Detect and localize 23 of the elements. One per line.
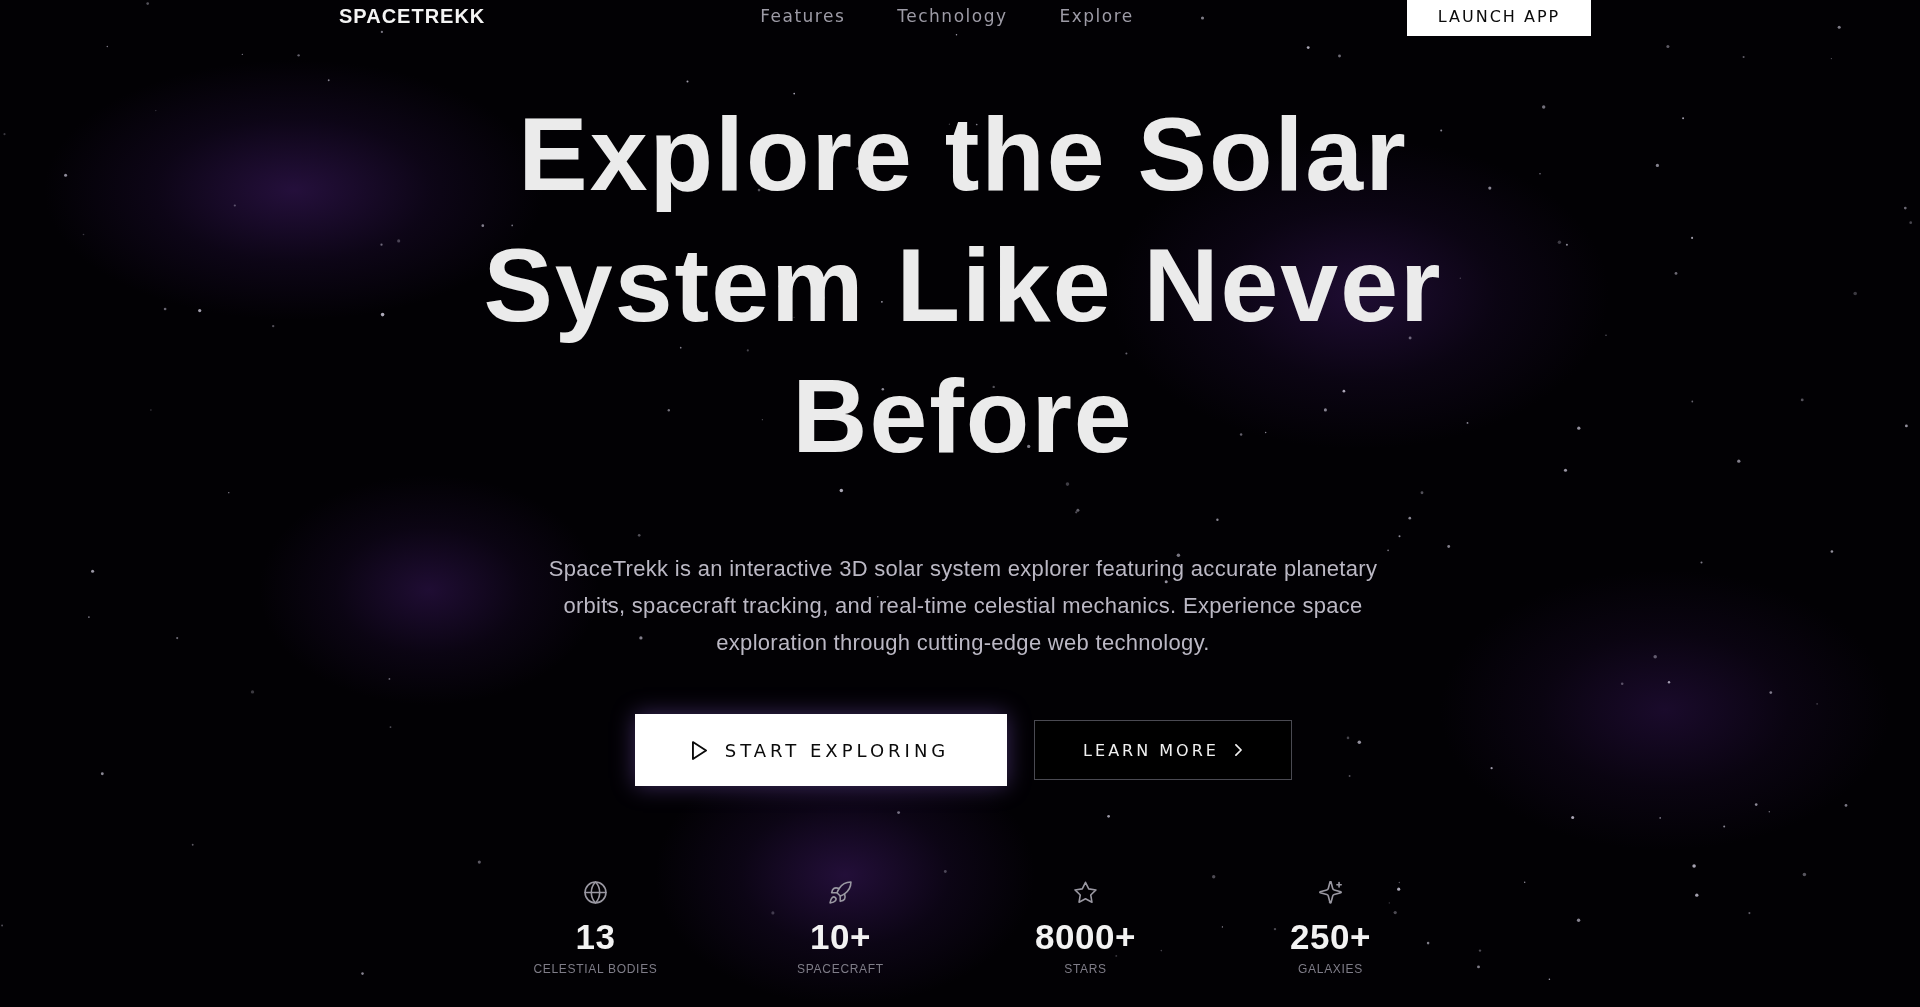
rocket-icon (829, 881, 852, 904)
stat-value: 8000+ (1035, 917, 1136, 957)
sparkle-icon (1319, 881, 1342, 904)
stat-label: SPACECRAFT (797, 961, 884, 977)
stat-label: GALAXIES (1298, 961, 1363, 977)
nav-link[interactable]: Features (760, 6, 846, 26)
star-icon (1074, 881, 1097, 904)
learn-more-button[interactable]: LEARN MORE (1033, 720, 1292, 780)
hero-description: SpaceTrekk is an interactive 3D solar system explorer featuring accurate planetary orbits, spacecraft tracking, and real-time celestial mechanics. Experience space exploration through cutting-edge web technology. (547, 555, 1379, 657)
launch-app-button[interactable]: LAUNCH APP (1407, 0, 1591, 36)
nav-link[interactable]: Explore (1059, 6, 1134, 26)
stat-label: CELESTIAL BODIES (533, 961, 658, 977)
stat-value: 13 (575, 917, 616, 957)
chevron-right-icon (1234, 744, 1242, 756)
stat-value: 250+ (1290, 917, 1371, 957)
stat-label: STARS (1064, 961, 1107, 977)
globe-icon (584, 881, 607, 904)
start-exploring-button[interactable]: START EXPLORING (634, 714, 1007, 786)
stat-value: 10+ (810, 917, 871, 957)
play-icon (691, 740, 707, 760)
logo[interactable]: SPACETREKK (339, 4, 486, 28)
hero-title: Explore the Solar System Like Never Before (482, 95, 1444, 476)
nav-link[interactable]: Technology (897, 6, 1008, 26)
